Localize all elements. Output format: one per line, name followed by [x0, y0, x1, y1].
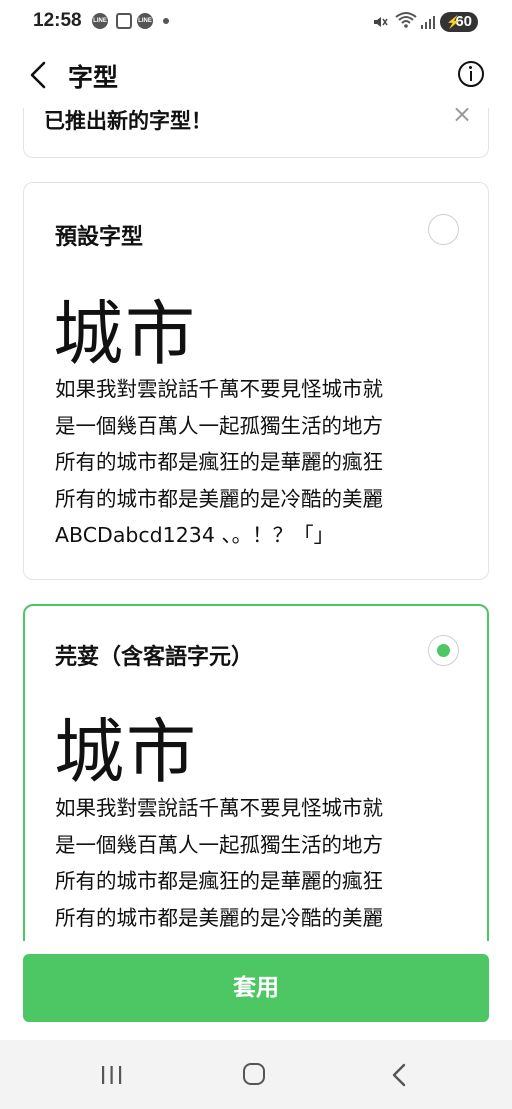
back-button[interactable] [26, 60, 52, 90]
more-notifications-icon [163, 18, 169, 24]
new-font-notice: 已推出新的字型！ × [23, 108, 489, 158]
wifi-icon [395, 11, 417, 33]
line-notification-icon: LINE [92, 13, 108, 29]
apply-button[interactable]: 套用 [23, 954, 489, 1022]
signal-icon [420, 14, 436, 34]
system-nav-bar [0, 1040, 512, 1109]
apply-button-label: 套用 [233, 975, 279, 1001]
back-icon[interactable] [389, 1062, 409, 1092]
info-button[interactable] [458, 61, 484, 87]
status-time: 12:58 [33, 10, 82, 31]
close-icon[interactable]: × [452, 108, 472, 128]
status-bar: 12:58 LINE LINE ⚡ 60 [0, 0, 512, 44]
mute-icon [372, 14, 388, 34]
charging-icon: ⚡ [446, 15, 461, 29]
info-icon [469, 66, 472, 69]
notice-text: 已推出新的字型！ [44, 109, 212, 133]
font-list[interactable]: 已推出新的字型！ × 預設字型 城市 如果我對雲說話千萬不要見怪城市就 是一個幾… [0, 108, 512, 941]
font-option-default[interactable]: 預設字型 城市 如果我對雲說話千萬不要見怪城市就 是一個幾百萬人一起孤獨生活的地… [23, 182, 489, 580]
font-name: 預設字型 [55, 225, 144, 250]
app-header: 字型 [0, 50, 512, 100]
chevron-left-icon [30, 61, 46, 89]
home-icon[interactable] [243, 1063, 265, 1085]
font-sample-large: 城市 [54, 711, 198, 793]
font-sample-text: 如果我對雲說話千萬不要見怪城市就 是一個幾百萬人一起孤獨生活的地方 所有的城市都… [55, 377, 383, 547]
font-sample-large: 城市 [53, 293, 197, 375]
font-radio-button-selected[interactable] [428, 635, 459, 666]
font-radio-button[interactable] [428, 214, 459, 245]
line-notification-icon: LINE [137, 13, 153, 29]
screenshot-notification-icon [116, 13, 132, 29]
font-sample-text: 如果我對雲說話千萬不要見怪城市就 是一個幾百萬人一起孤獨生活的地方 所有的城市都… [55, 796, 383, 930]
recent-apps-icon[interactable] [100, 1064, 124, 1090]
battery-indicator: ⚡ 60 [440, 12, 478, 32]
font-option-yuanti[interactable]: 芫荽（含客語字元） 城市 如果我對雲說話千萬不要見怪城市就 是一個幾百萬人一起孤… [23, 604, 489, 941]
font-name: 芫荽（含客語字元） [55, 645, 254, 670]
page-title: 字型 [68, 63, 119, 92]
radio-selected-dot [436, 643, 450, 657]
